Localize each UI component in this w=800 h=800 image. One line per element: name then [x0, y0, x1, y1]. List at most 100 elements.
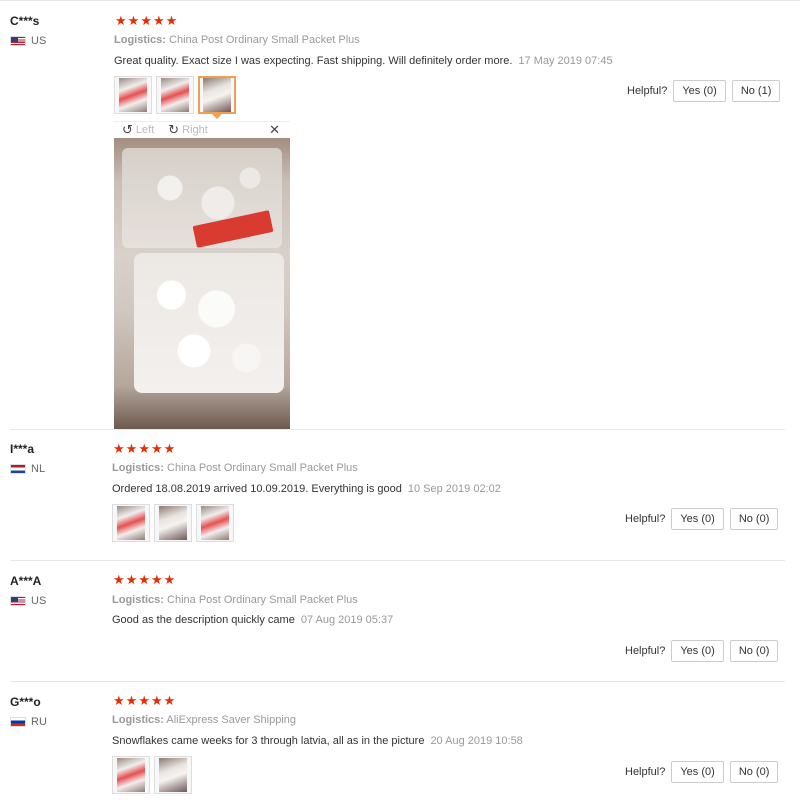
- photo-thumbnail[interactable]: [114, 76, 152, 114]
- photo-image: [119, 78, 147, 112]
- country-code: US: [31, 35, 47, 47]
- photo-detail: [134, 253, 284, 393]
- reviewer-name: A***A: [10, 574, 42, 588]
- star-icon: ★: [115, 13, 128, 28]
- review-comment: Good as the description quickly came 07 A…: [112, 614, 393, 626]
- photo-image: [117, 758, 145, 792]
- logistics-info: Logistics: China Post Ordinary Small Pac…: [114, 34, 360, 46]
- photo-image: [201, 506, 229, 540]
- photo-viewer: ↺ Left ↻ Right ✕: [114, 121, 290, 429]
- helpful-label: Helpful?: [625, 766, 666, 778]
- review-date: 17 May 2019 07:45: [518, 55, 613, 67]
- helpful-label: Helpful?: [625, 513, 666, 525]
- logistics-label: Logistics:: [114, 34, 166, 46]
- photo-image: [159, 506, 187, 540]
- rotate-right-button[interactable]: ↻ Right: [168, 122, 208, 138]
- ru-flag-icon: [10, 717, 26, 727]
- country-code: US: [31, 595, 47, 607]
- no-button[interactable]: No (1): [731, 80, 781, 102]
- rotate-right-icon: ↻: [168, 122, 180, 137]
- star-icon: ★: [165, 13, 179, 28]
- photo-image: [117, 506, 145, 540]
- helpful-vote: Helpful? Yes (0) No (0): [625, 640, 779, 662]
- star-icon: ★: [113, 693, 126, 708]
- photo-thumbnail[interactable]: [196, 504, 234, 542]
- review-photos: [112, 504, 234, 542]
- star-icon: ★: [113, 572, 126, 587]
- reviewer-country: US: [10, 35, 46, 47]
- viewer-toolbar: ↺ Left ↻ Right ✕: [114, 121, 290, 138]
- us-flag-icon: [10, 596, 26, 606]
- review-date: 07 Aug 2019 05:37: [300, 614, 394, 626]
- logistics-info: Logistics: AliExpress Saver Shipping: [112, 714, 296, 726]
- no-button[interactable]: No (0): [729, 761, 779, 783]
- us-flag-icon: [10, 36, 26, 46]
- review-photos: [114, 76, 236, 119]
- star-icon: ★: [127, 13, 141, 28]
- enlarged-photo: [114, 138, 290, 429]
- review-divider: [10, 560, 785, 561]
- star-icon: ★: [163, 572, 177, 587]
- reviewer-country: RU: [10, 716, 47, 728]
- reviewer-country: NL: [10, 463, 45, 475]
- review-date: 10 Sep 2019 02:02: [407, 483, 501, 495]
- reviewer-name: G***o: [10, 695, 41, 709]
- star-rating: ★★★★★: [115, 13, 178, 29]
- review-date: 20 Aug 2019 10:58: [430, 735, 523, 747]
- photo-thumbnail-selected[interactable]: [198, 76, 236, 119]
- review-comment: Ordered 18.08.2019 arrived 10.09.2019. E…: [112, 483, 501, 495]
- reviewer-name: C***s: [10, 14, 40, 28]
- review-photos: [112, 756, 192, 794]
- logistics-info: Logistics: China Post Ordinary Small Pac…: [112, 594, 358, 606]
- star-icon: ★: [138, 693, 151, 708]
- star-icon: ★: [152, 13, 166, 28]
- country-code: RU: [31, 716, 47, 728]
- photo-thumbnail[interactable]: [112, 756, 150, 794]
- star-icon: ★: [150, 572, 164, 587]
- star-icon: ★: [150, 441, 164, 456]
- yes-button[interactable]: Yes (0): [673, 80, 726, 102]
- review-divider: [10, 429, 785, 430]
- comment-text: Snowflakes came weeks for 3 through latv…: [112, 735, 425, 747]
- comment-text: Ordered 18.08.2019 arrived 10.09.2019. E…: [112, 483, 402, 495]
- helpful-label: Helpful?: [625, 645, 666, 657]
- comment-text: Great quality. Exact size I was expectin…: [114, 55, 513, 67]
- no-button[interactable]: No (0): [729, 640, 779, 662]
- logistics-label: Logistics:: [112, 462, 164, 474]
- helpful-label: Helpful?: [627, 85, 668, 97]
- star-icon: ★: [163, 441, 177, 456]
- rotate-right-label: Right: [182, 124, 208, 136]
- helpful-vote: Helpful? Yes (0) No (0): [625, 761, 779, 783]
- star-icon: ★: [125, 693, 139, 708]
- close-icon[interactable]: ✕: [269, 122, 280, 138]
- helpful-vote: Helpful? Yes (0) No (0): [625, 508, 779, 530]
- review-comment: Great quality. Exact size I was expectin…: [114, 55, 613, 67]
- logistics-label: Logistics:: [112, 714, 164, 726]
- yes-button[interactable]: Yes (0): [671, 508, 724, 530]
- yes-button[interactable]: Yes (0): [671, 761, 724, 783]
- reviewer-country: US: [10, 595, 46, 607]
- star-icon: ★: [138, 441, 151, 456]
- photo-image: [203, 78, 231, 112]
- logistics-value: AliExpress Saver Shipping: [166, 714, 297, 726]
- country-code: NL: [31, 463, 46, 475]
- star-icon: ★: [150, 693, 164, 708]
- rotate-left-button[interactable]: ↺ Left: [122, 122, 154, 138]
- reviewer-name: I***a: [10, 442, 35, 456]
- rotate-left-label: Left: [135, 124, 155, 136]
- star-rating: ★★★★★: [113, 572, 176, 588]
- photo-thumbnail[interactable]: [154, 504, 192, 542]
- photo-image: [159, 758, 187, 792]
- logistics-value: China Post Ordinary Small Packet Plus: [169, 34, 360, 46]
- helpful-vote: Helpful? Yes (0) No (1): [627, 80, 781, 102]
- no-button[interactable]: No (0): [729, 508, 779, 530]
- star-icon: ★: [113, 441, 126, 456]
- nl-flag-icon: [10, 464, 26, 474]
- star-icon: ★: [125, 441, 139, 456]
- photo-thumbnail[interactable]: [112, 504, 150, 542]
- logistics-label: Logistics:: [112, 594, 164, 606]
- logistics-value: China Post Ordinary Small Packet Plus: [167, 462, 358, 474]
- photo-thumbnail[interactable]: [156, 76, 194, 114]
- yes-button[interactable]: Yes (0): [671, 640, 724, 662]
- photo-thumbnail[interactable]: [154, 756, 192, 794]
